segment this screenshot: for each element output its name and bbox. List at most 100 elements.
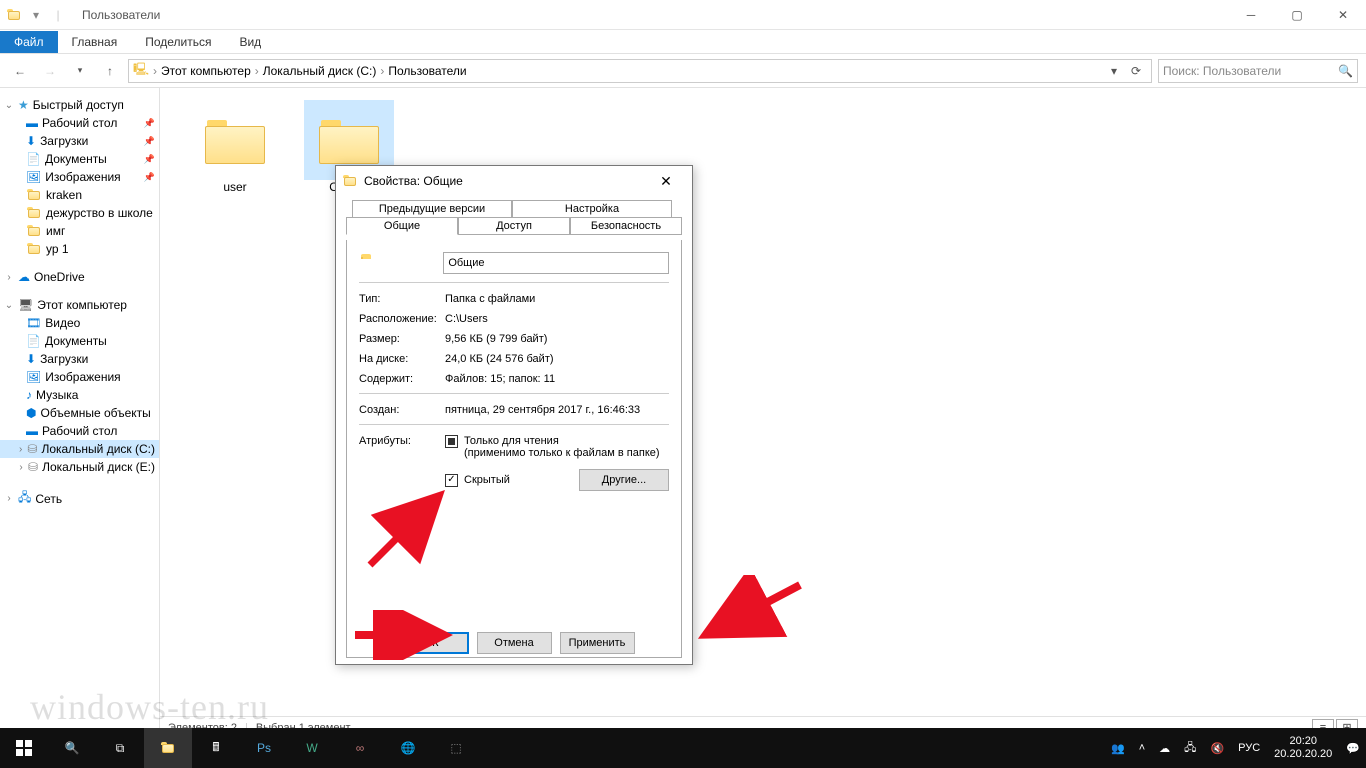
tree-desktop[interactable]: ▬Рабочий стол📌 — [0, 114, 159, 132]
tray-notifications-icon[interactable]: 💬 — [1346, 742, 1360, 755]
tree-music[interactable]: ♪Музыка — [0, 386, 159, 404]
crumb-disk[interactable]: Локальный диск (C:) — [263, 64, 377, 78]
tree-3dobjects[interactable]: ⬢Объемные объекты — [0, 404, 159, 422]
taskbar-calculator[interactable]: 🖩 — [192, 728, 240, 768]
tree-thispc[interactable]: ⌄🖥Этот компьютер — [0, 296, 159, 314]
tab-panel-general: Тип:Папка с файлами Расположение:C:\User… — [346, 240, 682, 658]
label-type: Тип: — [359, 293, 445, 305]
tree-documents2[interactable]: 📄Документы — [0, 332, 159, 350]
tree-quick-access[interactable]: ⌄★Быстрый доступ — [0, 96, 159, 114]
cancel-button[interactable]: Отмена — [477, 632, 552, 654]
tab-view[interactable]: Вид — [225, 31, 275, 53]
checkbox-readonly-box[interactable] — [445, 435, 458, 448]
start-button[interactable] — [0, 728, 48, 768]
ribbon: Файл Главная Поделиться Вид — [0, 30, 1366, 54]
task-view-button[interactable]: ⧉ — [96, 728, 144, 768]
address-dropdown[interactable]: ▾ — [1103, 64, 1125, 78]
tab-previous-versions[interactable]: Предыдущие версии — [352, 200, 512, 218]
tree-duty[interactable]: дежурство в школе — [0, 204, 159, 222]
tab-file[interactable]: Файл — [0, 31, 58, 53]
tree-downloads[interactable]: ⬇Загрузки📌 — [0, 132, 159, 150]
tree-desktop2[interactable]: ▬Рабочий стол — [0, 422, 159, 440]
address-bar[interactable]: 🖳 › Этот компьютер › Локальный диск (C:)… — [128, 59, 1152, 83]
nav-tree: ⌄★Быстрый доступ ▬Рабочий стол📌 ⬇Загрузк… — [0, 88, 160, 738]
checkbox-hidden-box[interactable]: ✓ — [445, 474, 458, 487]
pc-icon: 🖳 — [133, 60, 149, 81]
taskbar-photoshop[interactable]: Ps — [240, 728, 288, 768]
breadcrumb-sep: › — [255, 64, 259, 78]
search-input[interactable]: Поиск: Пользователи 🔍 — [1158, 59, 1358, 83]
tree-img[interactable]: имг — [0, 222, 159, 240]
tray-onedrive-icon[interactable]: ☁ — [1159, 742, 1170, 755]
tray-clock[interactable]: 20:20 20.20.20.20 — [1274, 735, 1332, 761]
tree-onedrive[interactable]: ›☁OneDrive — [0, 268, 159, 286]
folder-name-input[interactable] — [443, 252, 669, 274]
dialog-icon — [342, 174, 358, 188]
search-icon: 🔍 — [1338, 64, 1353, 78]
recent-dropdown[interactable]: ▾ — [68, 59, 92, 83]
tray-up-icon[interactable]: ˄ — [1139, 742, 1145, 754]
tree-documents[interactable]: 📄Документы📌 — [0, 150, 159, 168]
label-size: Размер: — [359, 333, 445, 345]
tab-share[interactable]: Поделиться — [131, 31, 225, 53]
taskbar-explorer[interactable] — [144, 728, 192, 768]
window-title: Пользователи — [82, 8, 160, 22]
properties-dialog: Свойства: Общие ✕ Предыдущие версии Наст… — [335, 165, 693, 665]
tree-videos[interactable]: 🎞Видео — [0, 314, 159, 332]
label-created: Создан: — [359, 404, 445, 416]
dialog-title: Свойства: Общие — [364, 174, 463, 188]
navbar: ← → ▾ ↑ 🖳 › Этот компьютер › Локальный д… — [0, 54, 1366, 88]
label-ondisk: На диске: — [359, 353, 445, 365]
tree-kraken[interactable]: kraken — [0, 186, 159, 204]
tab-home[interactable]: Главная — [58, 31, 132, 53]
folder-label: user — [190, 180, 280, 194]
value-size: 9,56 КБ (9 799 байт) — [445, 333, 669, 345]
crumb-folder[interactable]: Пользователи — [388, 64, 466, 78]
tab-sharing[interactable]: Доступ — [458, 217, 570, 235]
crumb-pc[interactable]: Этот компьютер — [161, 64, 251, 78]
search-button[interactable]: 🔍 — [48, 728, 96, 768]
tree-localc[interactable]: ›⛁Локальный диск (C:) — [0, 440, 159, 458]
tree-yr1[interactable]: ур 1 — [0, 240, 159, 258]
tab-security[interactable]: Безопасность — [570, 217, 682, 235]
label-location: Расположение: — [359, 313, 445, 325]
qat-separator: | — [48, 5, 68, 25]
close-button[interactable]: ✕ — [1320, 0, 1366, 30]
tab-customize[interactable]: Настройка — [512, 200, 672, 218]
value-contains: Файлов: 15; папок: 11 — [445, 373, 669, 385]
folder-user[interactable]: user — [190, 100, 280, 194]
minimize-button[interactable]: ─ — [1228, 0, 1274, 30]
tray-volume-icon[interactable]: 🔇 — [1210, 742, 1224, 755]
label-attributes: Атрибуты: — [359, 435, 445, 491]
checkbox-hidden[interactable]: ✓ Скрытый — [445, 474, 510, 487]
tab-general[interactable]: Общие — [346, 217, 458, 235]
taskbar-visualstudio[interactable]: ∞ — [336, 728, 384, 768]
dialog-close-button[interactable]: ✕ — [646, 173, 686, 190]
tree-pictures[interactable]: 🖼Изображения📌 — [0, 168, 159, 186]
tree-locale[interactable]: ›⛁Локальный диск (E:) — [0, 458, 159, 476]
tree-downloads2[interactable]: ⬇Загрузки — [0, 350, 159, 368]
checkbox-readonly[interactable]: Только для чтения(применимо только к фай… — [445, 435, 669, 459]
ok-button[interactable]: ОК — [394, 632, 469, 654]
qat-dropdown-icon[interactable]: ▾ — [26, 5, 46, 25]
tree-pictures2[interactable]: 🖼Изображения — [0, 368, 159, 386]
taskbar-chrome[interactable]: 🌐 — [384, 728, 432, 768]
tray-language[interactable]: РУС — [1238, 742, 1260, 754]
watermark: windows-ten.ru — [30, 686, 269, 728]
dialog-titlebar[interactable]: Свойства: Общие ✕ — [336, 166, 692, 196]
apply-button[interactable]: Применить — [560, 632, 635, 654]
breadcrumb-sep: › — [153, 64, 157, 78]
forward-button[interactable]: → — [38, 59, 62, 83]
value-type: Папка с файлами — [445, 293, 669, 305]
taskbar-app[interactable]: ⬚ — [432, 728, 480, 768]
back-button[interactable]: ← — [8, 59, 32, 83]
app-icon — [4, 5, 24, 25]
maximize-button[interactable]: ▢ — [1274, 0, 1320, 30]
tray-network-icon[interactable]: 🖧 — [1184, 739, 1196, 758]
tray-people-icon[interactable]: 👥 — [1111, 742, 1125, 755]
refresh-button[interactable]: ⟳ — [1125, 64, 1147, 78]
other-attributes-button[interactable]: Другие... — [579, 469, 669, 491]
taskbar-word[interactable]: W — [288, 728, 336, 768]
up-button[interactable]: ↑ — [98, 59, 122, 83]
tree-network[interactable]: ›🖧Сеть — [0, 486, 159, 511]
